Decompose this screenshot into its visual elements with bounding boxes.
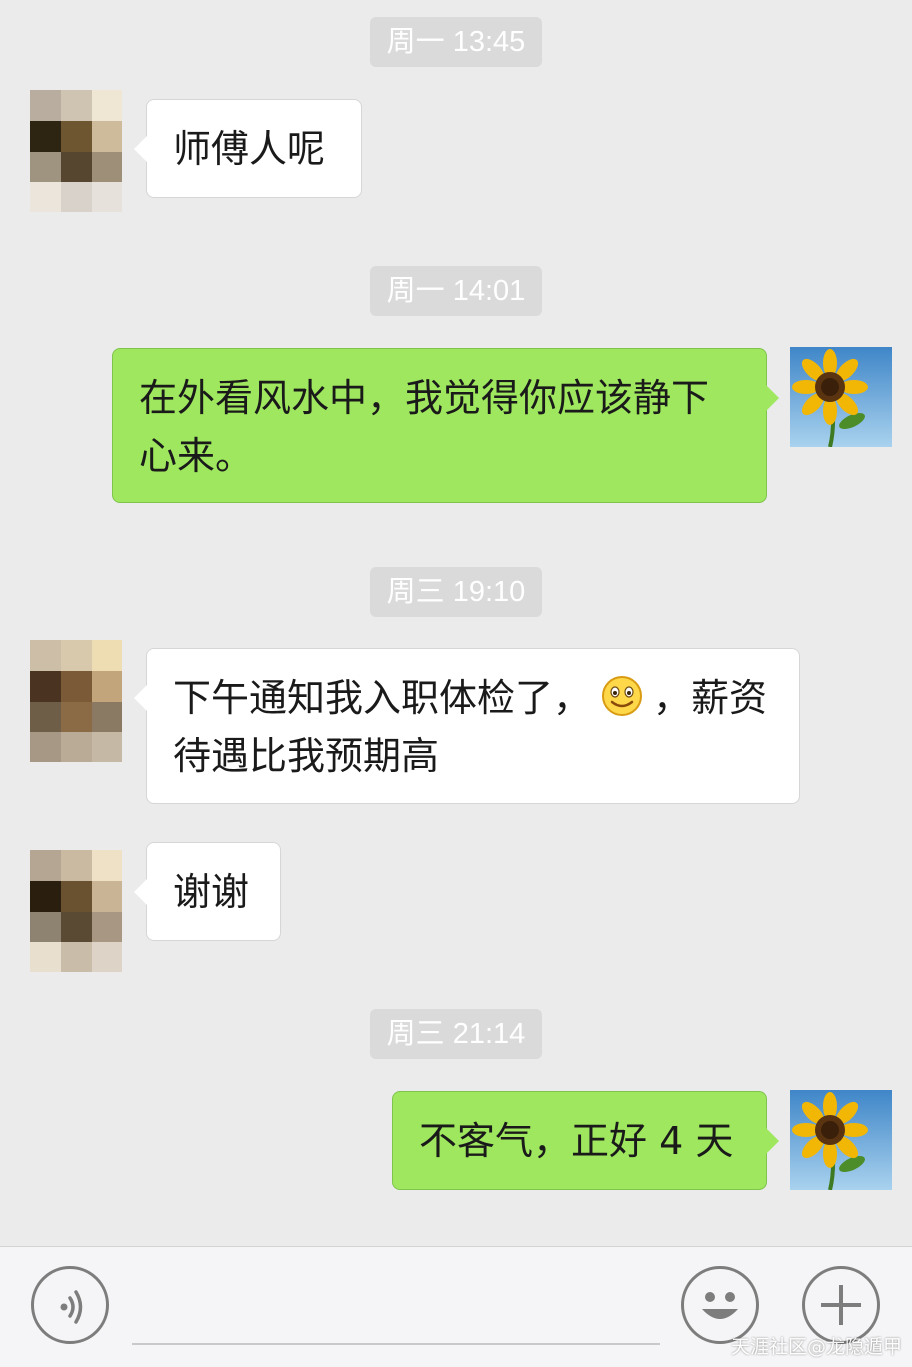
voice-icon <box>60 1290 83 1324</box>
contact-avatar[interactable] <box>30 90 122 212</box>
outgoing-message-bubble[interactable]: 在外看风水中，我觉得你应该静下 心来。 <box>112 348 779 503</box>
message-text-line: 待遇比我预期高 <box>173 734 440 778</box>
chat-area[interactable]: 周一 13:45 师傅人呢 周一 14:01 在外看风水中，我觉得你应该静下 心… <box>0 0 912 1246</box>
timestamp: 周三 19:10 <box>370 567 542 617</box>
message-text-line: 心来。 <box>139 434 254 478</box>
emoji-icon <box>702 1292 738 1319</box>
message-text-line: 下午通知我入职体检了， ，薪资 <box>173 669 773 727</box>
contact-avatar[interactable] <box>30 850 122 972</box>
message-text-segment: 下午通知我入职体检了， <box>173 676 592 720</box>
timestamp: 周三 21:14 <box>370 1009 542 1059</box>
voice-button[interactable] <box>31 1266 109 1344</box>
incoming-message-bubble[interactable]: 谢谢 <box>134 842 281 941</box>
outgoing-message-bubble[interactable]: 不客气，正好 4 天 <box>392 1091 779 1190</box>
message-text: 谢谢 <box>173 870 250 914</box>
plus-icon <box>821 1285 861 1325</box>
timestamp: 周一 13:45 <box>370 17 542 67</box>
self-avatar[interactable] <box>790 347 892 447</box>
message-text-segment: ，薪资 <box>653 676 768 720</box>
contact-avatar[interactable] <box>30 640 122 762</box>
message-text: 不客气，正好 4 天 <box>419 1119 734 1163</box>
incoming-message-bubble[interactable]: 下午通知我入职体检了， ，薪资 待遇比我预期高 <box>134 648 800 804</box>
self-avatar[interactable] <box>790 1090 892 1190</box>
message-input[interactable] <box>132 1343 660 1345</box>
input-toolbar: 天涯社区@龙隐遁甲 <box>0 1246 912 1367</box>
timestamp: 周一 14:01 <box>370 266 542 316</box>
watermark: 天涯社区@龙隐遁甲 <box>730 1336 902 1358</box>
message-text: 师傅人呢 <box>173 127 326 171</box>
smile-emoji-icon <box>601 675 643 717</box>
message-text-line: 在外看风水中，我觉得你应该静下 <box>139 376 710 420</box>
incoming-message-bubble[interactable]: 师傅人呢 <box>134 99 362 198</box>
